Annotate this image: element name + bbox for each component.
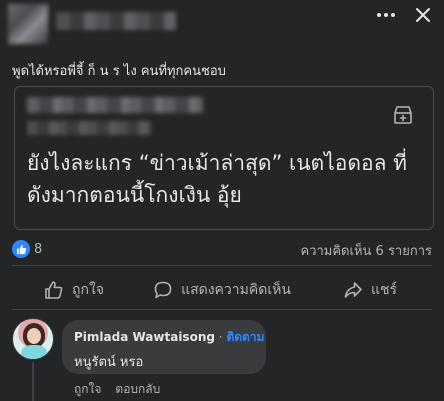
post-container: พูดได้หรอพี่จี้ ก็ น ร ไง คนที่ทุกคนชอบ … <box>0 0 444 401</box>
thumbs-up-icon <box>12 240 30 258</box>
comment-button[interactable]: แสดงความคิดเห็น <box>148 272 296 308</box>
reaction-summary[interactable]: 8 <box>12 238 42 260</box>
post-caption: พูดได้หรอพี่จี้ ก็ น ร ไง คนที่ทุกคนชอบ <box>12 64 226 79</box>
shared-post-card[interactable]: ยังไงละแกร “ข่าวเม้าล่าสุด” เนตไอดอล ที่… <box>14 86 434 230</box>
share-arrow-icon <box>344 282 362 298</box>
comment-header: Pimlada Wawtaisong · ติดตาม <box>74 328 264 347</box>
more-dot <box>384 13 388 17</box>
post-header <box>0 0 444 52</box>
share-button-label: แชร์ <box>370 282 398 298</box>
like-button-label: ถูกใจ <box>72 282 104 298</box>
comment-like-link[interactable]: ถูกใจ <box>74 380 101 399</box>
thumbs-up-outline-icon <box>45 281 63 299</box>
comment-author-name[interactable]: Pimlada Wawtaisong <box>74 330 215 344</box>
comment-text: หนูรัตน์ หรอ <box>74 355 144 370</box>
speech-bubble-icon <box>154 281 172 299</box>
comment-bubble: Pimlada Wawtaisong · ติดตาม หนูรัตน์ หรอ <box>62 320 266 374</box>
thread-line <box>32 362 34 401</box>
avatar-face <box>27 328 41 344</box>
avatar-dress <box>21 345 47 359</box>
reaction-count: 8 <box>34 241 43 257</box>
blurred-shared-meta <box>27 121 151 135</box>
action-bar: ถูกใจ แสดงความคิดเห็น แชร์ <box>0 272 444 308</box>
like-button[interactable]: ถูกใจ <box>0 272 148 308</box>
blurred-author-avatar[interactable] <box>8 4 48 44</box>
comment-button-label: แสดงความคิดเห็น <box>181 282 291 298</box>
comment-actions: ถูกใจ ตอบกลับ <box>74 380 160 399</box>
comment-reply-link[interactable]: ตอบกลับ <box>115 380 160 399</box>
save-inbox-icon[interactable] <box>391 103 415 127</box>
follow-link[interactable]: ติดตาม <box>226 330 264 344</box>
blurred-shared-author <box>27 97 203 113</box>
divider <box>12 309 432 310</box>
close-button[interactable] <box>410 3 436 27</box>
comments-count-link[interactable]: ความคิดเห็น 6 รายการ <box>301 240 433 261</box>
more-dot <box>391 13 395 17</box>
divider <box>12 265 432 266</box>
shared-post-text: ยังไงละแกร “ข่าวเม้าล่าสุด” เนตไอดอล ที่… <box>27 151 408 207</box>
blurred-author-name[interactable] <box>56 12 176 30</box>
more-options-button[interactable] <box>372 6 400 24</box>
more-horizontal-icon <box>377 13 381 17</box>
share-button[interactable]: แชร์ <box>296 272 444 308</box>
commenter-avatar[interactable] <box>12 318 54 360</box>
close-icon <box>416 8 430 22</box>
comment-separator: · <box>218 330 223 344</box>
